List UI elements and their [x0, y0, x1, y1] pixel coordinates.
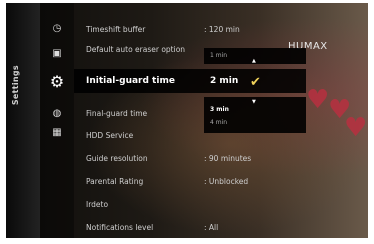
popup-option[interactable]: 3 min [210, 106, 229, 113]
popup-option[interactable]: 1 min [210, 52, 227, 59]
setting-row-parental-rating[interactable]: Parental Rating : Unblocked [86, 172, 306, 192]
popup-option[interactable]: 4 min [210, 119, 227, 126]
setting-value: 2 min [210, 76, 239, 86]
setting-row-hdd-service[interactable]: HDD Service [86, 126, 306, 146]
setting-label: Notifications level [86, 223, 154, 232]
setting-label: HDD Service [86, 131, 134, 140]
gear-icon[interactable]: ⚙ [47, 73, 67, 91]
option-popup-above[interactable]: 1 min ▲ [204, 48, 306, 64]
setting-label: Default auto eraser option [86, 45, 186, 54]
device-icon[interactable]: ▦ [50, 127, 64, 139]
setting-label: Timeshift buffer [86, 25, 146, 34]
sidebar-label: Settings [11, 65, 20, 106]
arrow-down-icon: ▼ [252, 99, 256, 105]
setting-value: : 120 min [204, 25, 240, 34]
arrow-up-icon: ▲ [252, 58, 256, 64]
setting-value: : All [204, 223, 219, 232]
clock-icon[interactable]: ◷ [50, 23, 64, 35]
checkmark-icon: ✔ [250, 75, 261, 90]
screen-icon[interactable]: ▣ [50, 48, 64, 60]
setting-row-guide-resolution[interactable]: Guide resolution : 90 minutes [86, 149, 306, 169]
setting-row-irdeto[interactable]: Irdeto [86, 195, 306, 215]
tv-screen: ♥ ♥ ♥ Settings ◷ ▣ ⚙ ◍ ▦ HUMAX Timeshift… [6, 3, 368, 238]
setting-row-initial-guard[interactable]: Initial-guard time 2 min [74, 69, 306, 93]
settings-icon-column: ◷ ▣ ⚙ ◍ ▦ [40, 3, 74, 238]
setting-label: Guide resolution [86, 154, 148, 163]
setting-label: Initial-guard time [86, 76, 175, 86]
settings-sidebar: Settings [6, 3, 40, 238]
setting-value: : 90 minutes [204, 154, 252, 163]
setting-value: : Unblocked [204, 177, 249, 186]
globe-icon[interactable]: ◍ [50, 108, 64, 120]
setting-label: Final-guard time [86, 109, 148, 118]
setting-row-timeshift[interactable]: Timeshift buffer : 120 min [86, 20, 306, 40]
setting-row-notifications[interactable]: Notifications level : All [86, 218, 306, 238]
setting-label: Parental Rating [86, 177, 144, 186]
setting-label: Irdeto [86, 200, 109, 209]
